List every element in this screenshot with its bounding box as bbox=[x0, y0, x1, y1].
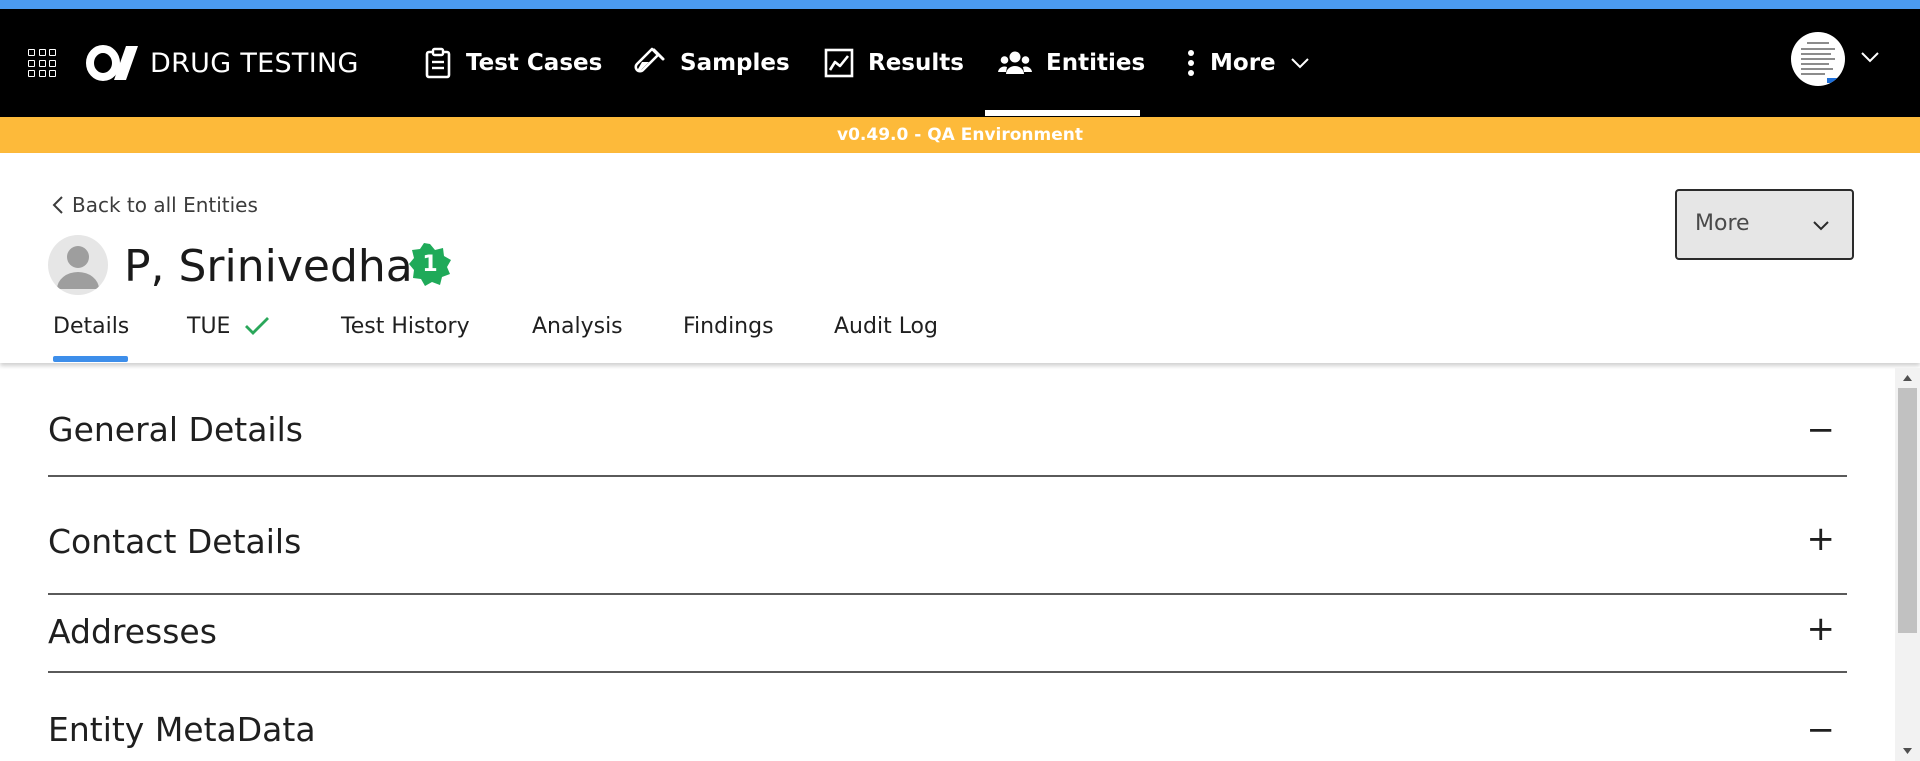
section-title: Addresses bbox=[48, 612, 217, 651]
tab-analysis[interactable]: Analysis bbox=[532, 306, 623, 346]
details-content: General Details − Contact Details + Addr… bbox=[0, 368, 1895, 761]
tab-tue-label: TUE bbox=[187, 313, 231, 339]
section-general-details[interactable]: General Details − bbox=[48, 368, 1847, 477]
clipboard-icon bbox=[425, 47, 451, 79]
scroll-down-arrow-icon[interactable] bbox=[1895, 743, 1920, 759]
user-avatar[interactable] bbox=[1791, 32, 1845, 86]
tab-analysis-label: Analysis bbox=[532, 313, 623, 339]
check-icon bbox=[245, 317, 270, 335]
tab-findings[interactable]: Findings bbox=[683, 306, 774, 346]
tab-details-label: Details bbox=[53, 313, 130, 339]
nav-test-cases-label: Test Cases bbox=[466, 50, 603, 76]
section-title: Entity MetaData bbox=[48, 710, 316, 749]
tab-audit-log[interactable]: Audit Log bbox=[834, 306, 938, 346]
scroll-up-arrow-icon[interactable] bbox=[1895, 370, 1920, 386]
tab-audit-log-label: Audit Log bbox=[834, 313, 938, 339]
tab-details[interactable]: Details bbox=[53, 306, 129, 346]
more-actions-dropdown[interactable]: More bbox=[1675, 189, 1854, 260]
chevron-down-icon bbox=[1290, 58, 1309, 69]
vertical-scrollbar[interactable] bbox=[1895, 368, 1920, 761]
users-icon bbox=[998, 51, 1032, 74]
entity-avatar-icon bbox=[48, 235, 108, 295]
tab-test-history[interactable]: Test History bbox=[341, 306, 470, 346]
tab-test-history-label: Test History bbox=[341, 313, 470, 339]
section-addresses[interactable]: Addresses + bbox=[48, 595, 1847, 673]
badge-number: 1 bbox=[422, 252, 438, 277]
environment-banner: v0.49.0 - QA Environment bbox=[0, 117, 1920, 153]
chevron-down-icon bbox=[1813, 221, 1829, 231]
nav-test-cases[interactable]: Test Cases bbox=[424, 45, 602, 81]
vertical-dots-icon bbox=[1188, 50, 1194, 76]
top-navbar: DRUG TESTING Test Cases Samples Results bbox=[0, 9, 1920, 117]
user-menu-chevron-icon[interactable] bbox=[1860, 51, 1880, 63]
nav-active-indicator bbox=[985, 110, 1140, 116]
top-accent-bar bbox=[0, 0, 1920, 9]
badge-count: 1 bbox=[408, 243, 452, 287]
expand-icon[interactable]: + bbox=[1807, 522, 1836, 556]
tab-tue[interactable]: TUE bbox=[187, 306, 270, 346]
entity-header: Back to all Entities P, Srinivedha 1 Mor… bbox=[0, 153, 1920, 363]
section-title: General Details bbox=[48, 410, 303, 449]
section-entity-metadata[interactable]: Entity MetaData − bbox=[48, 673, 1847, 761]
collapse-icon[interactable]: − bbox=[1807, 713, 1836, 747]
nav-entities[interactable]: Entities bbox=[998, 45, 1145, 81]
section-title: Contact Details bbox=[48, 522, 302, 561]
collapse-icon[interactable]: − bbox=[1807, 413, 1836, 447]
test-tube-icon bbox=[634, 47, 665, 73]
nav-results[interactable]: Results bbox=[824, 45, 964, 81]
nav-samples[interactable]: Samples bbox=[634, 45, 790, 81]
nav-samples-label: Samples bbox=[680, 50, 790, 76]
chevron-left-icon bbox=[52, 196, 63, 214]
expand-icon[interactable]: + bbox=[1807, 612, 1836, 646]
nav-more[interactable]: More bbox=[1186, 45, 1310, 81]
brand-name[interactable]: DRUG TESTING bbox=[150, 48, 359, 79]
back-to-entities-link[interactable]: Back to all Entities bbox=[52, 193, 258, 217]
app-launcher-icon[interactable] bbox=[28, 49, 56, 77]
back-link-label: Back to all Entities bbox=[72, 193, 258, 217]
brand-logo-icon[interactable] bbox=[86, 43, 142, 83]
section-contact-details[interactable]: Contact Details + bbox=[48, 477, 1847, 595]
nav-results-label: Results bbox=[868, 50, 964, 76]
tab-findings-label: Findings bbox=[683, 313, 774, 339]
chart-line-icon bbox=[824, 48, 854, 78]
nav-entities-label: Entities bbox=[1046, 50, 1146, 76]
scroll-thumb[interactable] bbox=[1898, 388, 1917, 633]
nav-more-label: More bbox=[1210, 50, 1276, 76]
more-actions-label: More bbox=[1695, 211, 1750, 236]
active-tab-indicator bbox=[53, 356, 128, 362]
entity-name-title: P, Srinivedha bbox=[124, 241, 413, 292]
